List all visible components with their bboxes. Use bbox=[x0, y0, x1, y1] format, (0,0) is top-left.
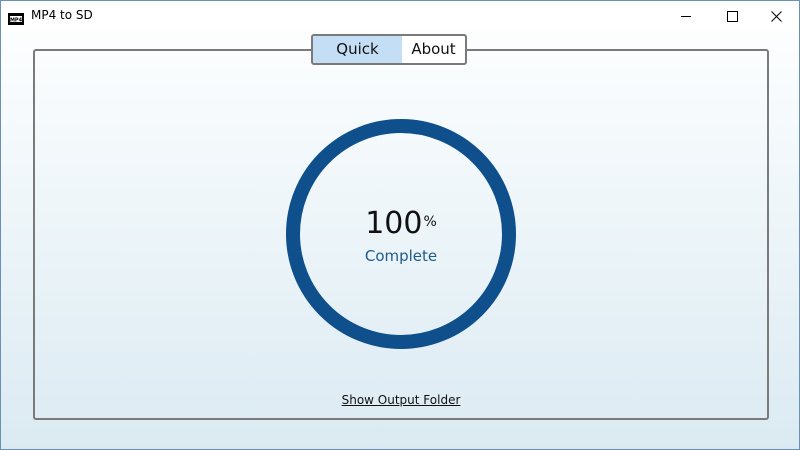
title-bar[interactable]: MP4 MP4 to SD bbox=[1, 1, 799, 31]
progress-unit: % bbox=[423, 214, 437, 230]
close-button[interactable] bbox=[753, 1, 799, 31]
minimize-button[interactable] bbox=[663, 1, 709, 31]
close-icon bbox=[770, 10, 782, 22]
minimize-icon bbox=[681, 11, 691, 21]
progress-percent: 100% bbox=[301, 204, 501, 244]
window-title: MP4 to SD bbox=[31, 8, 93, 22]
mp4-file-icon: MP4 bbox=[8, 10, 24, 25]
progress-status: Complete bbox=[364, 247, 438, 265]
maximize-icon bbox=[726, 10, 738, 22]
tab-bar: Quick Resize About bbox=[311, 34, 467, 65]
maximize-button[interactable] bbox=[709, 1, 755, 31]
app-window: MP4 MP4 to SD Quick Resize About bbox=[0, 0, 800, 450]
tab-about[interactable]: About bbox=[402, 36, 465, 63]
show-output-folder-link[interactable]: Show Output Folder bbox=[301, 392, 501, 408]
svg-text:MP4: MP4 bbox=[10, 17, 23, 23]
tab-quick-resize[interactable]: Quick Resize bbox=[313, 36, 402, 63]
progress-value: 100 bbox=[365, 206, 423, 241]
